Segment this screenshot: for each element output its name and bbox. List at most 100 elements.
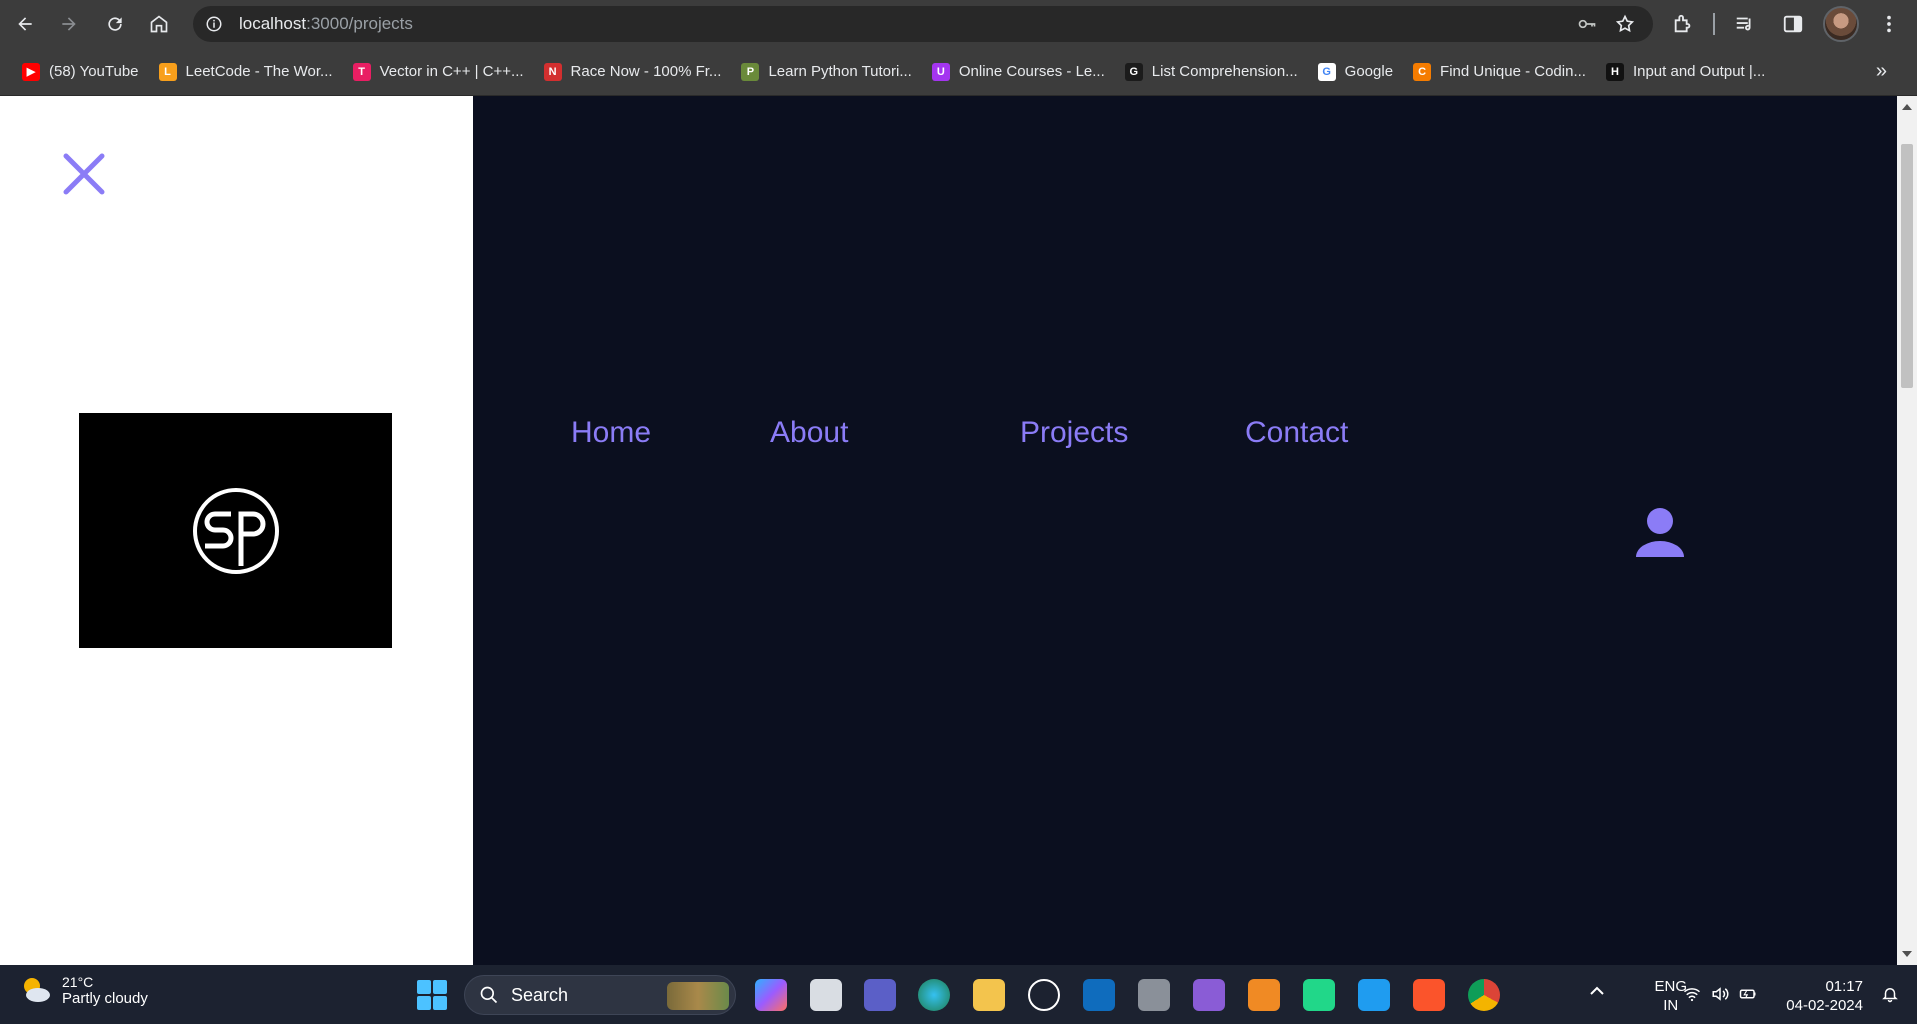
clock-date: 04-02-2024 bbox=[1786, 997, 1863, 1014]
chrome-browser-icon[interactable] bbox=[1468, 979, 1500, 1011]
bookmark-label: Find Unique - Codin... bbox=[1440, 63, 1586, 80]
pycharm-icon[interactable] bbox=[1303, 979, 1335, 1011]
bookmark-label: Online Courses - Le... bbox=[958, 63, 1105, 80]
back-button[interactable] bbox=[7, 6, 43, 42]
file-explorer-icon[interactable] bbox=[973, 979, 1005, 1011]
battery-icon bbox=[1739, 989, 1756, 999]
system-icons[interactable] bbox=[1683, 985, 1757, 1003]
url-host: localhost bbox=[239, 14, 307, 33]
bookmark-star-icon[interactable] bbox=[1615, 14, 1635, 34]
bookmark-item[interactable]: C Find Unique - Codin... bbox=[1403, 57, 1596, 87]
bookmark-label: Learn Python Tutori... bbox=[768, 63, 912, 80]
clock-time: 01:17 bbox=[1825, 978, 1863, 995]
system-tray: ENG IN 01:17 04-02-2024 bbox=[1517, 965, 1917, 1024]
bookmark-label: LeetCode - The Wor... bbox=[185, 63, 333, 80]
nav-link-about[interactable]: About bbox=[770, 416, 848, 450]
url-text[interactable]: localhost:3000/projects bbox=[239, 14, 413, 34]
url-path: :3000/projects bbox=[306, 14, 413, 33]
close-icon[interactable] bbox=[62, 152, 106, 196]
bookmarks-overflow-chevron-icon[interactable]: » bbox=[1876, 60, 1887, 83]
bookmarks-bar: ▶ (58) YouTube L LeetCode - The Wor... T Vect… bbox=[0, 48, 1917, 96]
tpoint-icon: T bbox=[352, 62, 371, 81]
copilot-app-icon[interactable] bbox=[755, 979, 787, 1011]
chevron-up-icon[interactable] bbox=[1589, 983, 1605, 999]
scroll-down-arrow[interactable] bbox=[1902, 951, 1912, 957]
side-panel bbox=[0, 96, 473, 965]
toolbar-separator bbox=[1713, 13, 1715, 35]
bookmark-item[interactable]: N Race Now - 100% Fr... bbox=[534, 57, 732, 87]
bookmark-item[interactable]: G List Comprehension... bbox=[1115, 57, 1308, 87]
leetcode-icon: L bbox=[158, 62, 177, 81]
visual-studio-icon[interactable] bbox=[1193, 979, 1225, 1011]
bookmark-label: Google bbox=[1344, 63, 1394, 80]
bookmark-label: Input and Output |... bbox=[1632, 63, 1766, 80]
bookmark-item[interactable]: ▶ (58) YouTube bbox=[12, 57, 149, 87]
bookmark-label: Race Now - 100% Fr... bbox=[570, 63, 722, 80]
taskbar-search[interactable]: Search bbox=[464, 975, 736, 1015]
home-icon bbox=[150, 15, 168, 33]
bookmark-label: List Comprehension... bbox=[1151, 63, 1298, 80]
kebab-menu-icon bbox=[1887, 15, 1891, 33]
scroll-up-arrow[interactable] bbox=[1902, 104, 1912, 110]
arrow-right-icon bbox=[62, 17, 76, 31]
page-viewport bbox=[0, 96, 1917, 965]
codingninjas-icon: C bbox=[1413, 62, 1432, 81]
vscode-icon[interactable] bbox=[1358, 979, 1390, 1011]
menu-button[interactable] bbox=[1871, 6, 1907, 42]
page-scrollbar[interactable] bbox=[1897, 96, 1917, 965]
hackerrank-icon: H bbox=[1605, 62, 1624, 81]
nav-link-projects[interactable]: Projects bbox=[1020, 416, 1128, 450]
arrow-left-icon bbox=[18, 17, 32, 31]
media-control-button[interactable] bbox=[1727, 6, 1763, 42]
search-label: Search bbox=[511, 984, 569, 1005]
password-key-icon[interactable] bbox=[1577, 14, 1597, 34]
bookmark-item[interactable]: H Input and Output |... bbox=[1596, 57, 1775, 87]
windows-taskbar: 21°C Partly cloudy Search ENG IN 01:17 0… bbox=[0, 965, 1917, 1024]
logo-image bbox=[79, 413, 392, 648]
brave-browser-icon[interactable] bbox=[1413, 979, 1445, 1011]
sp-logo-icon bbox=[192, 487, 279, 574]
site-info-icon[interactable] bbox=[205, 15, 223, 33]
side-panel-button[interactable] bbox=[1775, 6, 1811, 42]
nav-link-home[interactable]: Home bbox=[571, 416, 651, 450]
home-button[interactable] bbox=[141, 6, 177, 42]
gfg-icon: G bbox=[1124, 62, 1143, 81]
camera-app-icon[interactable] bbox=[1138, 979, 1170, 1011]
bookmark-item[interactable]: T Vector in C++ | C++... bbox=[343, 57, 534, 87]
user-icon[interactable] bbox=[1634, 505, 1686, 557]
partly-cloudy-icon bbox=[24, 978, 50, 1002]
bookmark-item[interactable]: P Learn Python Tutori... bbox=[731, 57, 921, 87]
udemy-icon: U bbox=[931, 62, 950, 81]
dell-app-icon[interactable] bbox=[1028, 979, 1060, 1011]
reload-icon bbox=[108, 17, 122, 31]
task-view-icon[interactable] bbox=[810, 979, 842, 1011]
edge-browser-icon[interactable] bbox=[918, 979, 950, 1011]
race-icon: N bbox=[543, 62, 562, 81]
forward-button[interactable] bbox=[51, 6, 87, 42]
scroll-thumb[interactable] bbox=[1901, 144, 1913, 388]
weather-widget[interactable]: 21°C Partly cloudy bbox=[18, 973, 148, 1007]
weather-condition: Partly cloudy bbox=[62, 989, 148, 1007]
search-icon bbox=[480, 986, 498, 1004]
mail-app-icon[interactable] bbox=[1083, 979, 1115, 1011]
volume-icon bbox=[1712, 987, 1729, 1001]
bookmark-label: (58) YouTube bbox=[49, 63, 139, 80]
clock[interactable]: 01:17 04-02-2024 bbox=[1786, 977, 1863, 1015]
wifi-icon bbox=[1684, 988, 1700, 1002]
address-bar[interactable]: localhost:3000/projects bbox=[193, 6, 1653, 42]
bookmark-item[interactable]: G Google bbox=[1308, 57, 1403, 87]
reload-button[interactable] bbox=[97, 6, 133, 42]
bookmark-label: Vector in C++ | C++... bbox=[379, 63, 524, 80]
bookmark-item[interactable]: U Online Courses - Le... bbox=[922, 57, 1115, 87]
weather-temperature: 21°C bbox=[62, 973, 94, 990]
browser-toolbar: localhost:3000/projects bbox=[0, 0, 1917, 48]
bookmark-item[interactable]: L LeetCode - The Wor... bbox=[149, 57, 343, 87]
notification-bell-icon[interactable] bbox=[1881, 985, 1899, 1003]
nav-link-contact[interactable]: Contact bbox=[1245, 416, 1348, 450]
playlist-icon bbox=[1736, 17, 1751, 31]
sublime-text-icon[interactable] bbox=[1248, 979, 1280, 1011]
start-button[interactable] bbox=[417, 980, 447, 1010]
profile-avatar[interactable] bbox=[1823, 6, 1859, 42]
teams-app-icon[interactable] bbox=[864, 979, 896, 1011]
extensions-button[interactable] bbox=[1665, 6, 1701, 42]
